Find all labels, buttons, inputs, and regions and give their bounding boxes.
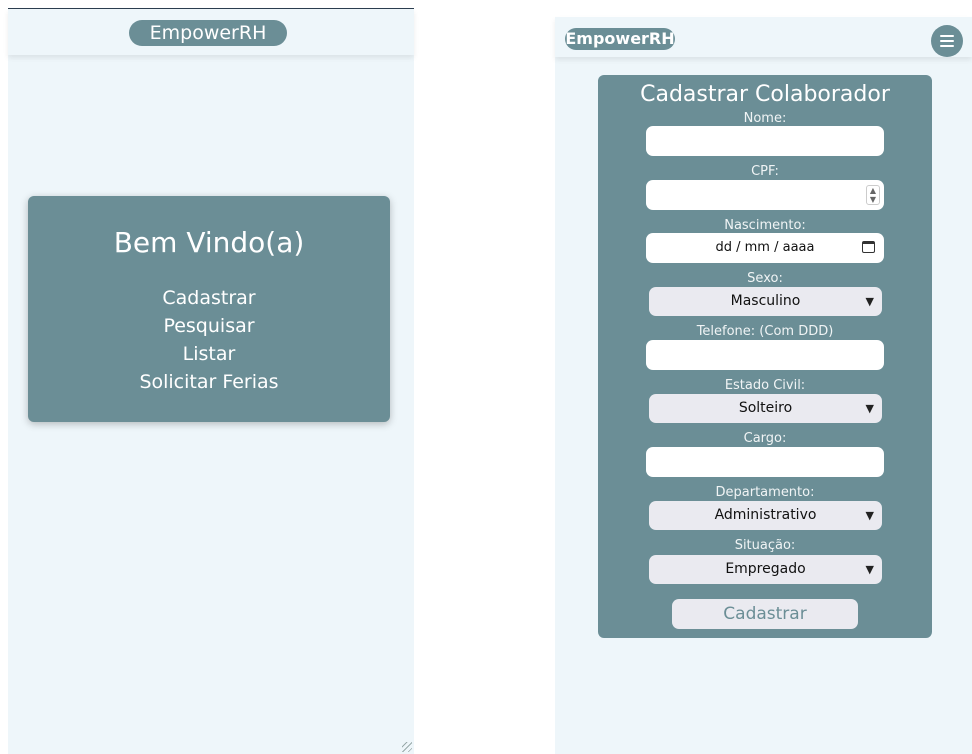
chevron-down-icon: ▼ bbox=[865, 402, 874, 415]
chevron-down-icon: ▼ bbox=[865, 563, 874, 576]
resize-grip-icon[interactable] bbox=[402, 742, 412, 752]
nome-label: Nome: bbox=[743, 111, 787, 126]
link-pesquisar[interactable]: Pesquisar bbox=[28, 312, 390, 340]
nome-input[interactable] bbox=[646, 126, 884, 156]
departamento-value: Administrativo bbox=[714, 507, 817, 523]
hamburger-icon[interactable] bbox=[931, 25, 963, 57]
departamento-select[interactable]: Administrativo ▼ bbox=[649, 501, 882, 530]
nascimento-label: Nascimento: bbox=[724, 218, 806, 233]
sexo-value: Masculino bbox=[730, 293, 801, 309]
register-form: Cadastrar Colaborador Nome: CPF: ▲ ▼ Nasc… bbox=[598, 75, 932, 638]
cpf-input[interactable]: ▲ ▼ bbox=[646, 180, 884, 210]
cadastrar-button[interactable]: Cadastrar bbox=[672, 599, 858, 629]
brand-logo[interactable]: EmpowerRH bbox=[565, 28, 675, 50]
sexo-label: Sexo: bbox=[747, 271, 783, 286]
header: EmpowerRH bbox=[8, 9, 414, 55]
situacao-select[interactable]: Empregado ▼ bbox=[649, 555, 882, 584]
cargo-label: Cargo: bbox=[743, 431, 787, 446]
link-solicitar-ferias[interactable]: Solicitar Ferias bbox=[28, 368, 390, 396]
sexo-select[interactable]: Masculino ▼ bbox=[649, 287, 882, 316]
date-placeholder: dd / mm / aaaa bbox=[715, 240, 815, 255]
welcome-links: Cadastrar Pesquisar Listar Solicitar Fer… bbox=[28, 284, 390, 396]
form-title: Cadastrar Colaborador bbox=[640, 82, 890, 107]
header: EmpowerRH bbox=[555, 17, 972, 57]
estado-civil-select[interactable]: Solteiro ▼ bbox=[649, 394, 882, 423]
cpf-label: CPF: bbox=[751, 164, 779, 179]
brand-logo[interactable]: EmpowerRH bbox=[129, 20, 287, 46]
situacao-value: Empregado bbox=[725, 561, 806, 577]
situacao-label: Situação: bbox=[734, 538, 796, 553]
register-screen: EmpowerRH Cadastrar Colaborador Nome: CP… bbox=[555, 17, 972, 754]
telefone-label: Telefone: (Com DDD) bbox=[696, 324, 834, 339]
estado-civil-label: Estado Civil: bbox=[724, 378, 806, 393]
chevron-down-icon: ▼ bbox=[865, 509, 874, 522]
spinner-icon[interactable]: ▲ ▼ bbox=[866, 185, 880, 205]
telefone-input[interactable] bbox=[646, 340, 884, 370]
home-screen: EmpowerRH Bem Vindo(a) Cadastrar Pesquis… bbox=[8, 8, 414, 754]
nascimento-input[interactable]: dd / mm / aaaa bbox=[646, 233, 884, 263]
link-listar[interactable]: Listar bbox=[28, 340, 390, 368]
departamento-label: Departamento: bbox=[715, 485, 815, 500]
cargo-input[interactable] bbox=[646, 447, 884, 477]
estado-civil-value: Solteiro bbox=[738, 400, 793, 416]
chevron-down-icon: ▼ bbox=[865, 295, 874, 308]
welcome-title: Bem Vindo(a) bbox=[113, 226, 305, 259]
calendar-icon[interactable] bbox=[862, 241, 875, 253]
link-cadastrar[interactable]: Cadastrar bbox=[28, 284, 390, 312]
welcome-card: Bem Vindo(a) Cadastrar Pesquisar Listar … bbox=[28, 196, 390, 422]
